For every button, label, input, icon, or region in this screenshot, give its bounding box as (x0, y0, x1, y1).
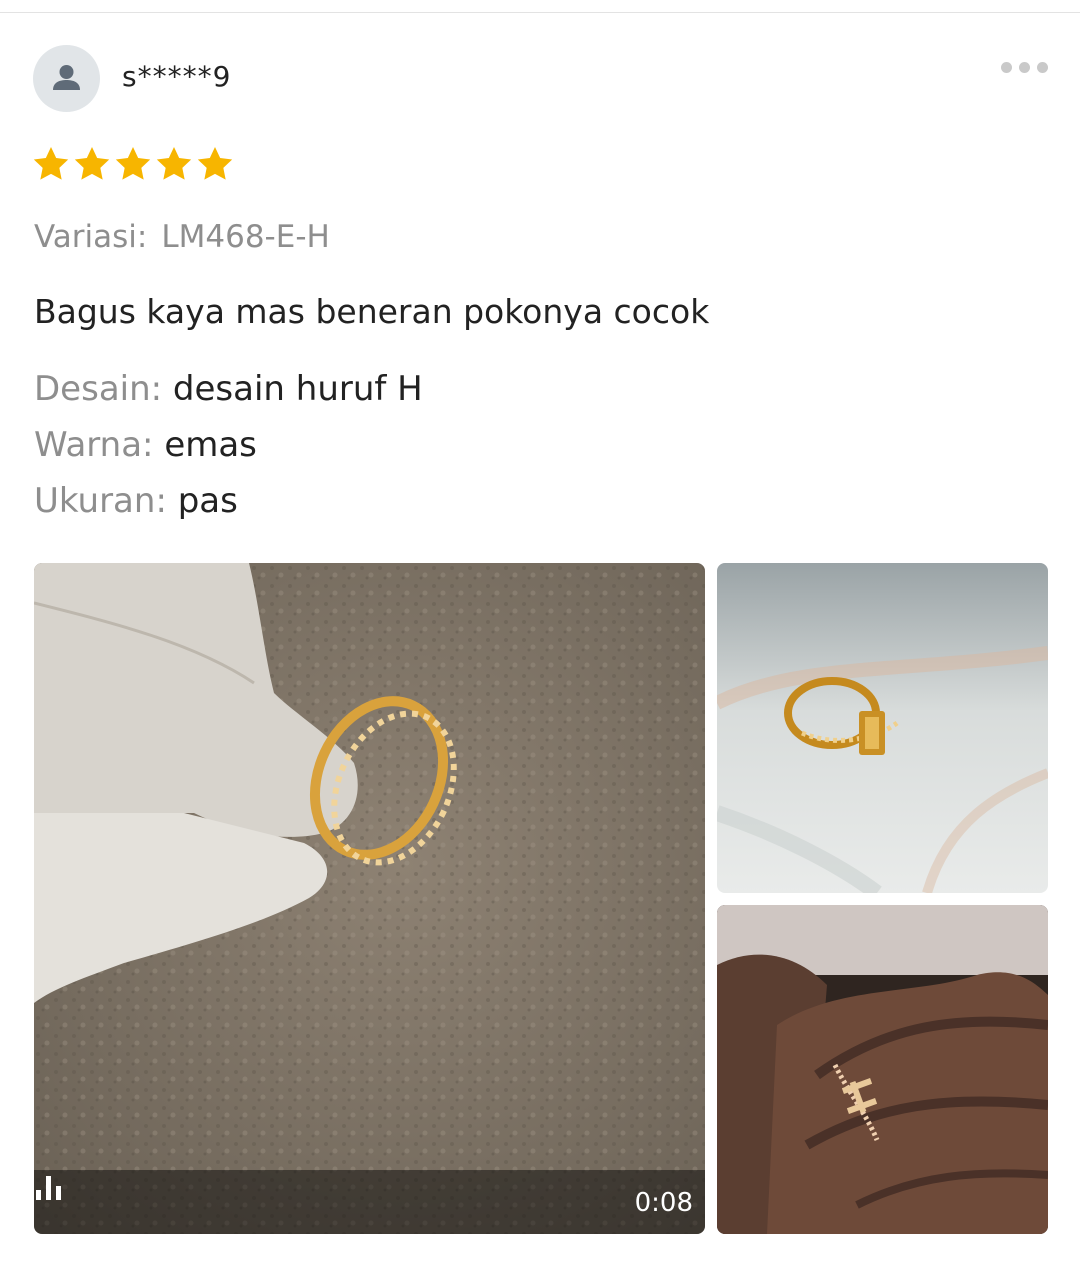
attribute-color: Warna: emas (34, 425, 257, 465)
more-dots-icon (1001, 62, 1012, 73)
variation-value: LM468-E-H (161, 219, 330, 255)
avatar[interactable] (33, 45, 100, 112)
star-icon (197, 147, 233, 180)
audio-bars-icon (36, 1176, 61, 1200)
more-dots-icon (1019, 62, 1030, 73)
attribute-size: Ukuran: pas (34, 481, 238, 521)
review-comment: Bagus kaya mas beneran pokonya cocok (34, 292, 710, 331)
more-dots-icon (1037, 62, 1048, 73)
video-controls-bar: 0:08 (34, 1170, 705, 1234)
ring-on-hand-photo (717, 905, 1048, 1234)
review-photo-1[interactable] (717, 563, 1048, 893)
attribute-value: desain huruf H (172, 369, 423, 409)
star-icon (115, 147, 151, 180)
video-duration: 0:08 (634, 1188, 693, 1218)
variation-line: Variasi: LM468-E-H (34, 219, 330, 255)
attribute-key: Desain: (34, 369, 163, 409)
star-icon (156, 147, 192, 180)
video-thumbnail (34, 563, 705, 1234)
review-photo-2[interactable] (717, 905, 1048, 1234)
more-options-button[interactable] (998, 58, 1050, 78)
variation-label: Variasi: (34, 219, 148, 255)
star-icon (33, 147, 69, 180)
attribute-value: emas (164, 425, 257, 465)
attribute-design: Desain: desain huruf H (34, 369, 423, 409)
ring-on-table-photo (717, 563, 1048, 893)
attribute-value: pas (177, 481, 238, 521)
star-icon (74, 147, 110, 180)
reviewer-username: s*****9 (122, 60, 232, 93)
top-divider (0, 12, 1080, 13)
review-video[interactable]: 0:08 (34, 563, 705, 1234)
user-icon (53, 65, 80, 90)
attribute-key: Ukuran: (34, 481, 167, 521)
attribute-key: Warna: (34, 425, 154, 465)
